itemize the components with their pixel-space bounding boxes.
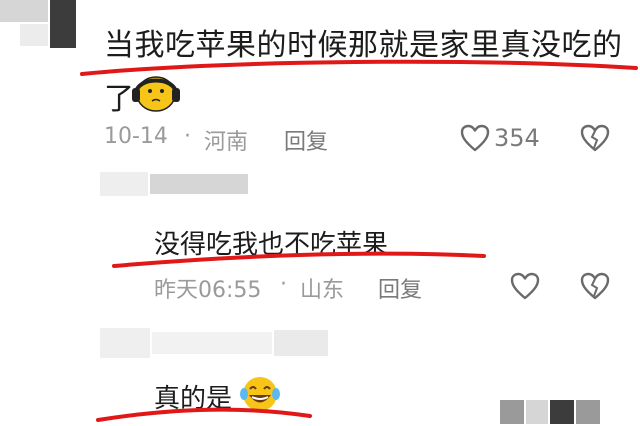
- comment-1: 当我吃苹果的时候那就是家里真没吃的 了 10-14 · 河南 回复 354: [0, 0, 640, 165]
- heart-icon[interactable]: [510, 272, 540, 300]
- comment-2-location: 山东: [300, 278, 345, 303]
- separator: ·: [280, 272, 287, 297]
- comment-1-location: 河南: [204, 130, 249, 155]
- comment-2-underline: [112, 251, 486, 268]
- broken-heart-icon[interactable]: [580, 124, 610, 152]
- comment-2: 没得吃我也不吃苹果 昨天06:55 · 山东 回复: [0, 200, 640, 310]
- comment-2-reply-button[interactable]: 回复: [378, 272, 422, 304]
- comment-1-date: 10-14: [104, 124, 168, 149]
- comment-2-avatar-mosaic: [100, 172, 250, 196]
- comment-1-reply-button[interactable]: 回复: [284, 124, 328, 156]
- broken-heart-icon[interactable]: [580, 272, 610, 300]
- comment-1-like-count: 354: [494, 124, 540, 152]
- comment-3-underline: [96, 407, 312, 422]
- headphones-face-emoji-icon: [132, 76, 180, 112]
- heart-icon[interactable]: [460, 124, 490, 152]
- separator: ·: [184, 124, 191, 149]
- corner-mosaic: [500, 400, 600, 426]
- comment-2-date: 昨天06:55: [154, 278, 262, 303]
- comment-3-avatar-mosaic: [100, 328, 330, 358]
